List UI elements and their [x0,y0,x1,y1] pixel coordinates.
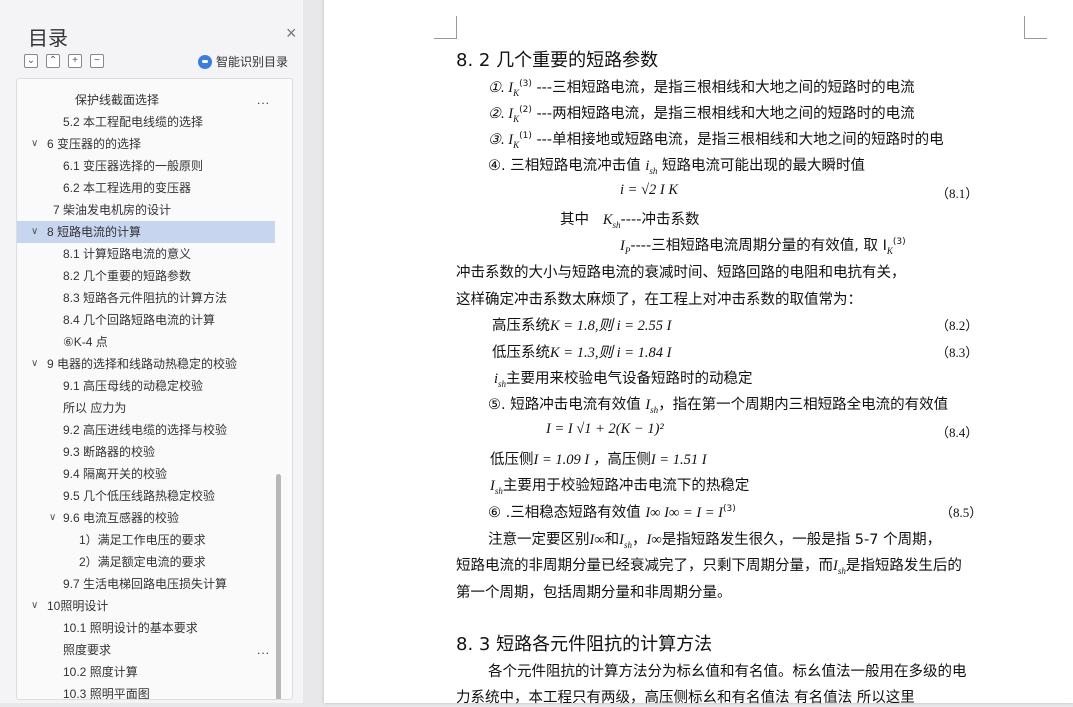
toc-item[interactable]: 5.2 本工程配电线缆的选择 [17,111,275,133]
toc-item[interactable]: ∨ 9.6 电流互感器的校验 [17,507,275,529]
equation-8-1: i = √2 I K [620,182,679,198]
equation-number: （8.5） [940,505,983,520]
chevron-down-icon[interactable]: ∨ [31,133,38,155]
lv-line: 低压系统K = 1.3,则 i = 1.84 I [492,345,672,361]
toc-list: 保护线截面选择... 5.2 本工程配电线缆的选择 ∨ 6 变压器的的选择 6.1… [16,78,293,700]
toc-item[interactable]: 9.4 隔离开关的校验 [17,463,275,485]
ai-icon [198,54,212,69]
toc-item[interactable]: ∨ 6 变压器的的选择 [17,133,275,155]
hv-line: 高压系统K = 1.8,则 i = 2.55 I [492,318,672,334]
toc-item[interactable]: 8.4 几个回路短路电流的计算 [17,309,275,331]
param-line: ②. IK(2) ---两相短路电流，是指三根相线和大地之间的短路时的电流 [488,105,915,124]
toc-toolbar: ⌄ ⌃ + − [24,54,104,68]
chevron-down-icon[interactable]: ∨ [31,221,38,243]
param-line: ⑥ .三相稳态短路有效值 I∞ I∞ = I = I(3) [488,504,736,521]
toc-item[interactable]: 9.2 高压进线电缆的选择与校验 [17,419,275,441]
document-area: 8. 2 几个重要的短路参数 ①. IK(3) ---三相短路电流，是指三根相线… [303,0,1073,706]
toc-item[interactable]: 8.2 几个重要的短路参数 [17,265,275,287]
chevron-down-icon[interactable]: ∨ [31,353,38,375]
toc-item[interactable]: 1）满足工作电压的要求 [17,529,275,551]
Ish-use-line: Ish主要用于校验短路冲击电流下的热稳定 [490,478,750,496]
toc-item[interactable]: 8.1 计算短路电流的意义 [17,243,275,265]
toc-item[interactable]: 9.7 生活电梯回路电压损失计算 [17,573,275,595]
expand-all-icon[interactable]: ⌃ [46,54,60,68]
toc-scrollbar[interactable] [276,474,281,699]
ai-detect-label: 智能识别目录 [216,55,289,69]
equation-number: （8.3） [936,345,979,360]
chevron-down-icon[interactable]: ∨ [31,595,38,617]
more-icon[interactable]: ... [257,89,270,111]
toc-item-selected[interactable]: ∨ 8 短路电流的计算 [17,221,275,243]
where-line: IP----三相短路电流周期分量的有效值, 取 IK(3) [620,237,906,256]
toc-item[interactable]: 10.1 照明设计的基本要求 [17,617,275,639]
equation-number: （8.1） [936,186,979,201]
equation-number: （8.4） [936,425,979,440]
chevron-down-icon[interactable]: ∨ [49,507,56,529]
param-line: ①. IK(3) ---三相短路电流，是指三根相线和大地之间的短路时的电流 [488,79,915,98]
equation-number: （8.2） [936,318,979,333]
ish-use-line: ish主要用来校验电气设备短路时的动稳定 [494,371,753,389]
margin-corner [434,16,457,39]
paragraph: 第一个周期，包括周期分量和非周期分量。 [456,585,732,601]
toc-item[interactable]: ⑥K-4 点 [17,331,275,353]
toc-item[interactable]: 2）满足额定电流的要求 [17,551,275,573]
toc-item[interactable]: 照度要求... [17,639,275,661]
toc-item[interactable]: 9.1 高压母线的动稳定校验 [17,375,275,397]
margin-corner [1024,16,1047,39]
collapse-all-icon[interactable]: ⌄ [24,54,38,68]
toc-sidebar: 目录 × ⌄ ⌃ + − 智能识别目录 保护线截面选择... 5.2 本工程配电… [0,0,303,703]
toc-item[interactable]: ∨ 10照明设计 [17,595,275,617]
remove-heading-icon[interactable]: − [90,54,104,68]
where-line: 其中 Ksh----冲击系数 [560,212,700,230]
paragraph: 力系统中，本工程只有两级，高压侧标幺和有名值法 有名值法 所以这里 [456,690,915,706]
param-line: ④. 三相短路电流冲击值 ish 短路电流可能出现的最大瞬时值 [488,158,865,176]
side-line: 低压侧I = 1.09 I ，高压侧I = 1.51 I [490,452,707,468]
paragraph: 各个元件阻抗的计算方法分为标幺值和有名值。标幺值法一般用在多级的电 [488,664,967,680]
equation-8-4: I = I √1 + 2(K − 1)² [546,421,664,437]
toc-item[interactable]: 所以 应力为 [17,397,275,419]
toc-item[interactable]: 6.1 变压器选择的一般原则 [17,155,275,177]
add-heading-icon[interactable]: + [68,54,82,68]
paragraph: 冲击系数的大小与短路电流的衰减时间、短路回路的电阻和电抗有关， [456,265,906,281]
toc-item[interactable]: 9.5 几个低压线路热稳定校验 [17,485,275,507]
param-line: ⑤. 短路冲击电流有效值 Ish，指在第一个周期内三相短路全电流的有效值 [488,397,949,415]
toc-item[interactable]: 9.3 断路器的校验 [17,441,275,463]
toc-item[interactable]: 10.2 照度计算 [17,661,275,683]
toc-item[interactable]: 7 柴油发电机房的设计 [17,199,275,221]
paragraph: 这样确定冲击系数太麻烦了，在工程上对冲击系数的取值常为： [456,292,862,308]
heading-8-2: 8. 2 几个重要的短路参数 [456,50,659,71]
toc-item[interactable]: 保护线截面选择... [17,89,275,111]
toc-item[interactable]: 8.3 短路各元件阻抗的计算方法 [17,287,275,309]
heading-8-3: 8. 3 短路各元件阻抗的计算方法 [456,634,713,655]
paragraph: 注意一定要区别I∞和Ish，I∞是指短路发生很久，一般是指 5-7 个周期， [488,532,942,550]
close-icon[interactable]: × [286,24,297,42]
toc-item[interactable]: 10.3 照明平面图 [17,683,275,699]
toc-item[interactable]: ∨ 9 电器的选择和线路动热稳定的校验 [17,353,275,375]
toc-item[interactable]: 6.2 本工程选用的变压器 [17,177,275,199]
more-icon[interactable]: ... [257,639,270,661]
paragraph: 短路电流的非周期分量已经衰减完了，只剩下周期分量，而Ish是指短路发生后的 [456,558,962,576]
toc-title: 目录 [28,28,68,50]
ai-detect-toc-button[interactable]: 智能识别目录 [198,53,288,70]
document-page: 8. 2 几个重要的短路参数 ①. IK(3) ---三相短路电流，是指三根相线… [324,0,1073,706]
param-line: ③. IK(1) ---单相接地或短路电流，是指三根相线和大地之间的短路时的电 [488,131,944,150]
